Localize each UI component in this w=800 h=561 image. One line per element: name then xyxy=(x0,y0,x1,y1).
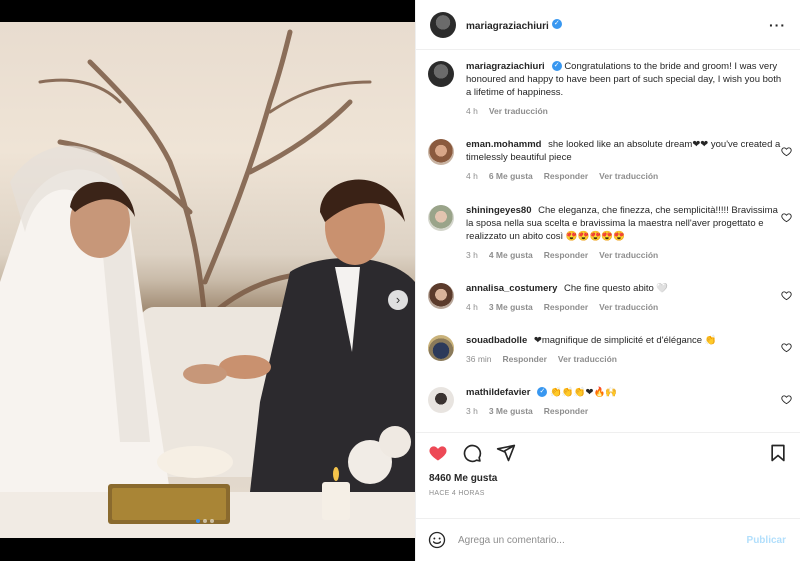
comment-translate-link[interactable]: Ver traducción xyxy=(558,353,617,366)
comment-item: shiningeyes80 Che eleganza, che finezza,… xyxy=(428,204,798,262)
more-options-icon[interactable]: ··· xyxy=(769,17,786,33)
caption-username[interactable]: mariagraziachiuri xyxy=(466,61,545,72)
comment-username[interactable]: mathildefavier xyxy=(466,387,530,398)
comment-item: eman.mohammd she looked like an absolute… xyxy=(428,138,798,183)
commenter-avatar[interactable] xyxy=(428,335,454,361)
smiley-icon[interactable] xyxy=(428,531,446,549)
comment-translate-link[interactable]: Ver traducción xyxy=(599,170,658,183)
publish-button[interactable]: Publicar xyxy=(747,535,786,546)
comment-body: souadbadolle ❤magnifique de simplicité e… xyxy=(466,334,798,366)
comment-meta: 4 h 6 Me gusta Responder Ver traducción xyxy=(466,170,784,183)
comment-time: 36 min xyxy=(466,354,492,364)
wedding-photo: › xyxy=(0,22,415,538)
comment-reply-link[interactable]: Responder xyxy=(544,301,588,314)
comment-item: annalisa_costumery Che fine questo abito… xyxy=(428,282,798,314)
caption-translate-link[interactable]: Ver traducción xyxy=(489,105,548,118)
author-username[interactable]: mariagraziachiuri xyxy=(466,21,549,32)
comment-item: souadbadolle ❤magnifique de simplicité e… xyxy=(428,334,798,366)
comment-input[interactable] xyxy=(458,534,747,546)
chevron-right-icon: › xyxy=(395,292,401,307)
comment-icon[interactable] xyxy=(462,443,482,463)
carousel-indicator xyxy=(196,519,214,523)
caption-meta: 4 h Ver traducción xyxy=(466,105,784,118)
heart-icon[interactable] xyxy=(428,443,448,463)
author-name-wrap: mariagraziachiuri ✓ xyxy=(466,16,562,34)
comment-body: shiningeyes80 Che eleganza, che finezza,… xyxy=(466,204,798,262)
post-header: mariagraziachiuri ✓ ··· xyxy=(416,0,800,50)
bookmark-icon[interactable] xyxy=(768,443,788,463)
comment-reply-link[interactable]: Responder xyxy=(544,249,588,262)
carousel-dot xyxy=(203,519,207,523)
verified-badge-icon: ✓ xyxy=(537,387,548,398)
comment-time: 3 h xyxy=(466,406,478,416)
post-actions: 8460 Me gusta HACE 4 HORAS xyxy=(416,432,800,522)
like-count[interactable]: 8460 Me gusta xyxy=(416,463,800,484)
caption-body: mariagraziachiuri ✓ Congratulations to th… xyxy=(466,60,798,118)
carousel-dot xyxy=(196,519,200,523)
carousel-dot xyxy=(210,519,214,523)
comment-like-heart-icon[interactable] xyxy=(781,392,792,405)
commenter-avatar[interactable] xyxy=(428,387,454,413)
comment-reply-link[interactable]: Responder xyxy=(503,353,547,366)
author-avatar[interactable] xyxy=(430,11,456,38)
comment-text: 👏👏👏❤🔥🙌 xyxy=(550,387,618,398)
comment-like-heart-icon[interactable] xyxy=(781,144,792,157)
paper-plane-icon[interactable] xyxy=(496,443,516,463)
comment-reply-link[interactable]: Responder xyxy=(544,405,588,418)
comment-time: 4 h xyxy=(466,302,478,312)
comment-like-heart-icon[interactable] xyxy=(781,288,792,301)
post-caption: mariagraziachiuri ✓ Congratulations to th… xyxy=(428,60,798,118)
comment-text: Che fine questo abito 🤍 xyxy=(564,283,669,294)
caption-time: 4 h xyxy=(466,106,478,116)
carousel-next-button[interactable]: › xyxy=(388,290,408,310)
comment-body: eman.mohammd she looked like an absolute… xyxy=(466,138,798,183)
comments-list: mariagraziachiuri ✓ Congratulations to th… xyxy=(416,50,800,431)
commenter-avatar[interactable] xyxy=(428,283,454,309)
comment-text: ❤magnifique de simplicité et d'élégance … xyxy=(533,335,717,346)
comment-meta: 3 h 4 Me gusta Responder Ver traducción xyxy=(466,249,784,262)
comment-username[interactable]: annalisa_costumery xyxy=(466,283,557,294)
comment-like-heart-icon[interactable] xyxy=(781,340,792,353)
photo-illustration xyxy=(0,29,415,538)
commenter-avatar[interactable] xyxy=(428,205,454,231)
post-media-panel: › xyxy=(0,0,415,561)
comment-translate-link[interactable]: Ver traducción xyxy=(599,249,658,262)
comment-like-heart-icon[interactable] xyxy=(781,210,792,223)
action-icons-row xyxy=(416,433,800,463)
comment-likes[interactable]: 3 Me gusta xyxy=(489,405,533,418)
comment-likes[interactable]: 6 Me gusta xyxy=(489,170,533,183)
verified-badge-icon: ✓ xyxy=(551,19,562,30)
post-details-panel: mariagraziachiuri ✓ ··· mariagraziachiuri… xyxy=(415,0,800,561)
post-timestamp: HACE 4 HORAS xyxy=(429,490,485,497)
commenter-avatar[interactable] xyxy=(428,139,454,165)
comment-body: annalisa_costumery Che fine questo abito… xyxy=(466,282,798,314)
verified-badge-icon: ✓ xyxy=(551,61,562,72)
comment-meta: 36 min Responder Ver traducción xyxy=(466,353,784,366)
comment-body: mathildefavier ✓ 👏👏👏❤🔥🙌 3 h 3 Me gusta Re… xyxy=(466,386,798,418)
comment-meta: 3 h 3 Me gusta Responder xyxy=(466,405,784,418)
comment-username[interactable]: shiningeyes80 xyxy=(466,205,531,216)
comment-likes[interactable]: 3 Me gusta xyxy=(489,301,533,314)
comment-likes[interactable]: 4 Me gusta xyxy=(489,249,533,262)
comment-translate-link[interactable]: Ver traducción xyxy=(599,301,658,314)
comment-meta: 4 h 3 Me gusta Responder Ver traducción xyxy=(466,301,784,314)
add-comment-bar: Publicar xyxy=(416,518,800,561)
comment-item: mathildefavier ✓ 👏👏👏❤🔥🙌 3 h 3 Me gusta Re… xyxy=(428,386,798,418)
comment-time: 4 h xyxy=(466,171,478,181)
comment-username[interactable]: eman.mohammd xyxy=(466,139,542,150)
author-avatar[interactable] xyxy=(428,61,454,87)
comment-username[interactable]: souadbadolle xyxy=(466,335,527,346)
comment-reply-link[interactable]: Responder xyxy=(544,170,588,183)
comment-time: 3 h xyxy=(466,250,478,260)
